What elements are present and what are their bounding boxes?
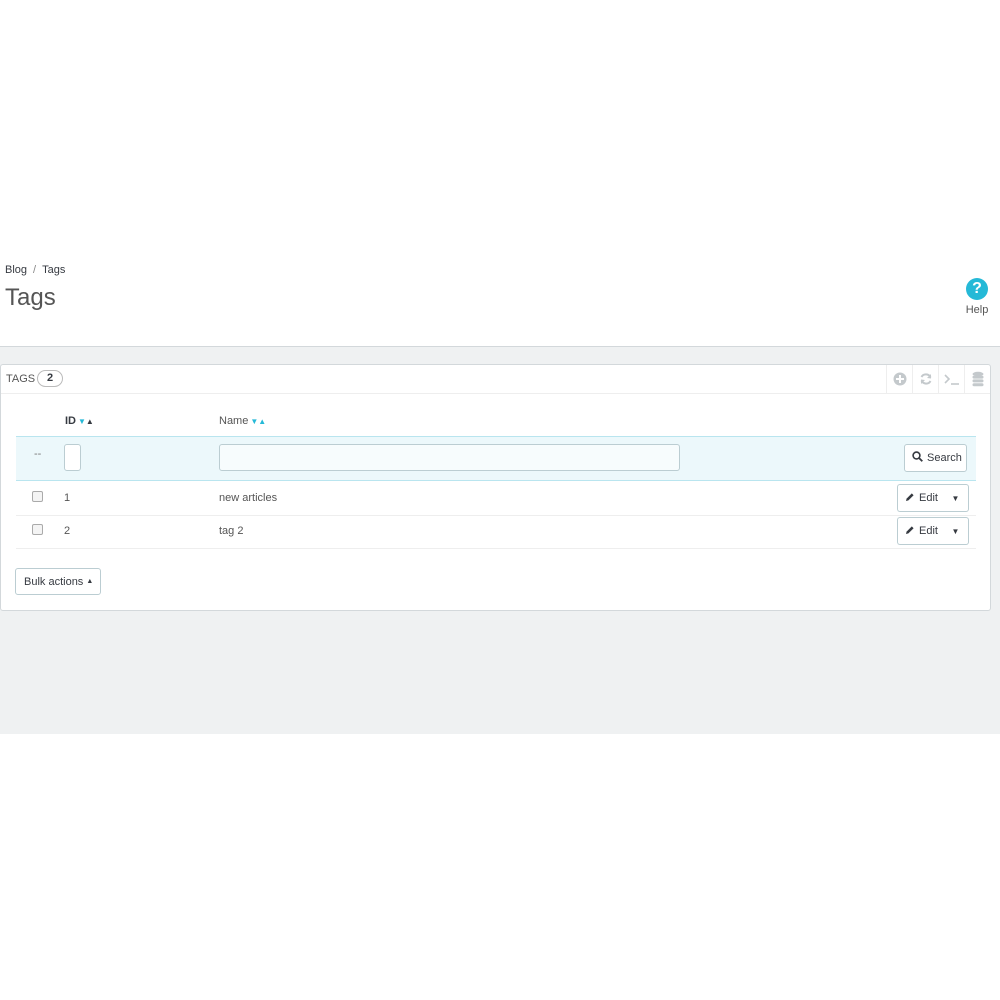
row-actions-dropdown[interactable]: ▼ — [943, 517, 969, 545]
pencil-icon — [905, 492, 915, 505]
filter-row: -- Search — [16, 436, 976, 481]
admin-content-area: Blog / Tags Tags ? Help Tags 2 — [0, 256, 1000, 734]
help-button[interactable]: ? Help — [960, 278, 994, 316]
caret-down-icon: ▼ — [951, 526, 960, 536]
edit-button[interactable]: Edit — [897, 517, 943, 545]
help-label: Help — [965, 304, 989, 316]
edit-button-label: Edit — [919, 525, 938, 537]
column-label-name: Name — [219, 415, 249, 427]
help-icon: ? — [966, 278, 988, 300]
panel-toolbar — [886, 365, 990, 393]
breadcrumb-parent[interactable]: Blog — [5, 264, 27, 276]
panel-title: Tags — [6, 373, 36, 385]
bulk-actions-button[interactable]: Bulk actions ▲ — [15, 568, 101, 595]
filter-checkbox-placeholder: -- — [34, 448, 42, 460]
bulk-actions-label: Bulk actions — [24, 575, 84, 588]
search-button[interactable]: Search — [904, 444, 967, 472]
id-filter-input[interactable] — [64, 444, 81, 471]
column-header-id: ID ▼▲ — [65, 415, 94, 427]
caret-down-icon: ▼ — [951, 493, 960, 503]
sql-query-icon[interactable] — [938, 365, 964, 393]
database-export-icon[interactable] — [964, 365, 990, 393]
table-row: 2 tag 2 Edit ▼ — [16, 515, 976, 549]
search-button-label: Search — [927, 452, 962, 464]
sort-asc-id-icon[interactable]: ▲ — [86, 417, 94, 426]
row-checkbox[interactable] — [32, 491, 43, 502]
pencil-icon — [905, 525, 915, 538]
search-icon — [912, 451, 923, 465]
breadcrumb-current: Tags — [42, 264, 66, 276]
row-name: tag 2 — [219, 525, 244, 537]
edit-button-label: Edit — [919, 492, 938, 504]
row-id: 2 — [64, 525, 71, 537]
page-header: Blog / Tags Tags ? Help — [0, 256, 1000, 347]
column-label-id: ID — [65, 415, 76, 427]
row-actions-dropdown[interactable]: ▼ — [943, 484, 969, 512]
caret-up-icon: ▲ — [86, 578, 94, 585]
page-title: Tags — [5, 284, 56, 311]
refresh-icon[interactable] — [912, 365, 938, 393]
panel-heading: Tags 2 — [1, 365, 990, 394]
row-actions: Edit ▼ — [897, 517, 969, 545]
tags-panel: Tags 2 ID ▼▲ Name ▼▲ — [0, 364, 991, 611]
edit-button[interactable]: Edit — [897, 484, 943, 512]
row-checkbox[interactable] — [32, 524, 43, 535]
table-row: 1 new articles Edit ▼ — [16, 482, 976, 516]
sort-desc-id-icon[interactable]: ▼ — [78, 417, 86, 426]
row-name: new articles — [219, 492, 278, 504]
add-icon[interactable] — [886, 365, 912, 393]
column-header-name: Name ▼▲ — [219, 415, 266, 427]
row-id: 1 — [64, 492, 71, 504]
sort-asc-name-icon[interactable]: ▲ — [258, 417, 266, 426]
breadcrumb-separator: / — [33, 264, 37, 276]
breadcrumb: Blog / Tags — [5, 264, 65, 276]
name-filter-input[interactable] — [219, 444, 680, 471]
row-actions: Edit ▼ — [897, 484, 969, 512]
count-badge: 2 — [37, 370, 63, 387]
